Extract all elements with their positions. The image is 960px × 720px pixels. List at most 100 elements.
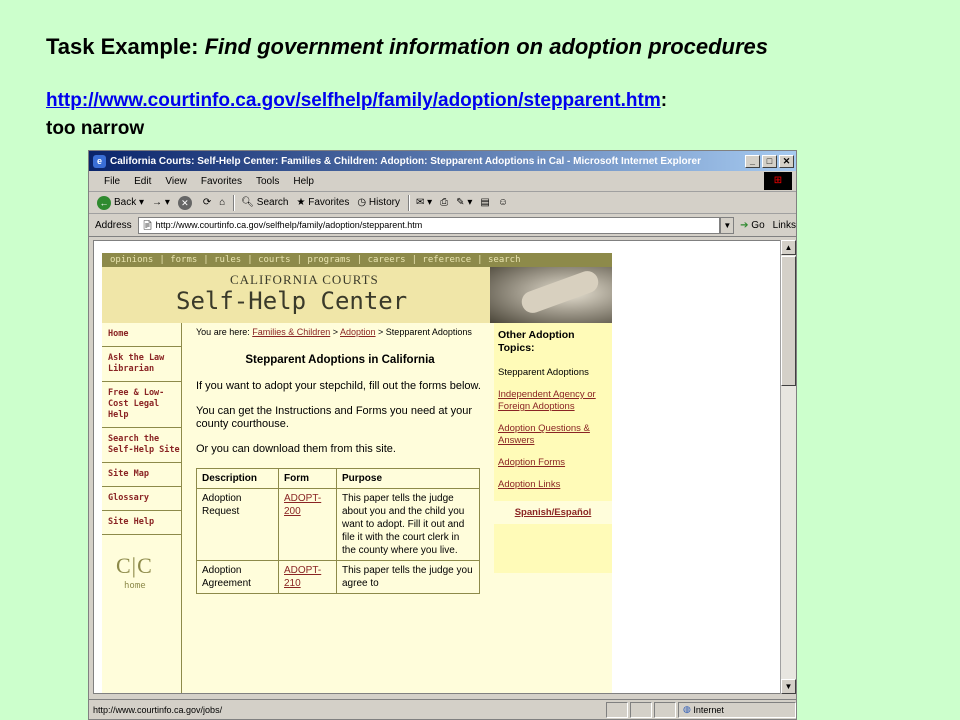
address-bar: Address 📄︎ http://www.courtinfo.ca.gov/s… xyxy=(89,214,796,237)
minimize-button[interactable]: _ xyxy=(745,154,760,168)
edit-icon: ✎ ▾ xyxy=(456,197,473,208)
nav-search[interactable]: | search xyxy=(477,255,520,265)
table-row: Adoption Agreement ADOPT-210 This paper … xyxy=(196,560,480,594)
slide-title-italic: Find government information on adoption … xyxy=(204,34,769,59)
discuss-icon: ▤ xyxy=(480,197,490,208)
slide-link-line: http://www.courtinfo.ca.gov/selfhelp/fam… xyxy=(46,90,667,112)
topic-forms[interactable]: Adoption Forms xyxy=(498,457,565,468)
address-input[interactable]: 📄︎ http://www.courtinfo.ca.gov/selfhelp/… xyxy=(137,216,721,234)
mail-icon: ✉ ▾ xyxy=(415,197,433,208)
stop-button[interactable]: ✕ xyxy=(177,195,195,210)
table-row: Adoption Request ADOPT-200 This paper te… xyxy=(196,488,480,561)
status-text: http://www.courtinfo.ca.gov/jobs/ xyxy=(93,704,223,715)
history-button[interactable]: ◷ History xyxy=(357,197,400,208)
row-purpose: This paper tells the judge about you and… xyxy=(336,488,480,561)
discuss-button[interactable]: ▤ xyxy=(480,197,489,208)
menu-file[interactable]: File xyxy=(97,176,127,187)
status-bar: http://www.courtinfo.ca.gov/jobs/ ◍ Inte… xyxy=(89,699,796,719)
zone-label: Internet xyxy=(693,704,724,715)
row-description: Adoption Request xyxy=(196,488,279,561)
breadcrumb-adoption[interactable]: Adoption xyxy=(340,327,376,337)
courthouse-paragraph: You can get the Instructions and Forms y… xyxy=(196,405,472,430)
leftnav-free-legal-help[interactable]: Free & Low-Cost Legal Help xyxy=(102,382,181,428)
slide-link-suffix: : xyxy=(660,90,668,111)
nav-opinions[interactable]: opinions xyxy=(110,255,153,265)
nav-programs[interactable]: | programs xyxy=(297,255,351,265)
form-link-adopt-200[interactable]: ADOPT-200 xyxy=(284,493,321,517)
forward-button[interactable]: → ▾ xyxy=(152,197,170,208)
topic-independent[interactable]: Independent Agency or Foreign Adoptions xyxy=(498,389,596,412)
forward-arrow-icon: → ▾ xyxy=(152,197,170,208)
col-purpose: Purpose xyxy=(336,468,480,489)
topic-links[interactable]: Adoption Links xyxy=(498,479,560,490)
leftnav-site-map[interactable]: Site Map xyxy=(102,463,181,487)
topic-current: Stepparent Adoptions xyxy=(498,367,589,378)
form-link-adopt-210[interactable]: ADOPT-210 xyxy=(284,565,321,589)
home-button[interactable]: ⌂ xyxy=(219,197,225,208)
history-icon: ◷ xyxy=(357,197,367,208)
home-icon: ⌂ xyxy=(219,197,226,208)
back-label: Back xyxy=(114,197,137,208)
slide-title: Task Example: Find government informatio… xyxy=(46,34,768,60)
search-icon: 🔍︎ xyxy=(241,197,254,208)
leftnav-search-site[interactable]: Search the Self-Help Site xyxy=(102,428,181,463)
cc-home-caption[interactable]: home xyxy=(124,581,181,591)
address-value: http://www.courtinfo.ca.gov/selfhelp/fam… xyxy=(155,220,423,230)
edit-button[interactable]: ✎ ▾ xyxy=(456,197,472,208)
close-button[interactable]: ✕ xyxy=(779,154,794,168)
address-dropdown-button[interactable]: ▼ xyxy=(720,216,735,234)
nav-forms[interactable]: | forms xyxy=(159,255,197,265)
scroll-up-arrow[interactable]: ▲ xyxy=(781,240,796,255)
address-label: Address xyxy=(95,219,132,231)
menu-favorites[interactable]: Favorites xyxy=(194,176,249,187)
leftnav-home[interactable]: Home xyxy=(102,323,181,347)
scroll-down-arrow[interactable]: ▼ xyxy=(781,679,796,694)
topic-questions[interactable]: Adoption Questions & Answers xyxy=(498,423,590,446)
spanish-link[interactable]: Spanish/Español xyxy=(515,507,592,518)
breadcrumb-current: > Stepparent Adoptions xyxy=(375,327,472,337)
history-label: History xyxy=(368,197,400,208)
browser-window: e California Courts: Self-Help Center: F… xyxy=(88,150,797,720)
search-button[interactable]: 🔍︎ Search xyxy=(241,197,288,208)
breadcrumb-families[interactable]: Families & Children xyxy=(252,327,330,337)
go-button[interactable]: ➔ Go xyxy=(740,220,765,231)
go-label: Go xyxy=(751,219,765,231)
toolbar-separator xyxy=(233,194,236,211)
search-label: Search xyxy=(256,197,289,208)
leftnav-site-help[interactable]: Site Help xyxy=(102,511,181,535)
refresh-icon: ⟳ xyxy=(202,197,212,208)
leftnav-glossary[interactable]: Glossary xyxy=(102,487,181,511)
leftnav-ask-librarian[interactable]: Ask the Law Librarian xyxy=(102,347,181,382)
nav-courts[interactable]: | courts xyxy=(247,255,290,265)
messenger-button[interactable]: ☺ xyxy=(498,197,508,208)
mail-button[interactable]: ✉ ▾ xyxy=(416,197,432,208)
menu-edit[interactable]: Edit xyxy=(127,176,158,187)
refresh-button[interactable]: ⟳ xyxy=(203,197,211,208)
window-titlebar[interactable]: e California Courts: Self-Help Center: F… xyxy=(89,151,796,171)
site-left-nav: Home Ask the Law Librarian Free & Low-Co… xyxy=(102,323,182,693)
col-description: Description xyxy=(196,468,279,489)
cc-home-logo[interactable]: C|C xyxy=(116,553,181,579)
nav-reference[interactable]: | reference xyxy=(412,255,472,265)
back-button[interactable]: ← Back ▾ xyxy=(97,195,144,210)
links-button[interactable]: Links xyxy=(773,220,796,231)
print-button[interactable]: ⎙ xyxy=(440,197,448,208)
nav-careers[interactable]: | careers xyxy=(357,255,406,265)
stop-icon: ✕ xyxy=(177,195,192,210)
slide-url-link[interactable]: http://www.courtinfo.ca.gov/selfhelp/fam… xyxy=(46,90,661,111)
menu-view[interactable]: View xyxy=(158,176,194,187)
banner-california-courts: CALIFORNIA COURTS xyxy=(230,272,379,287)
nav-rules[interactable]: | rules xyxy=(203,255,241,265)
window-title: California Courts: Self-Help Center: Fam… xyxy=(110,155,701,167)
vertical-scrollbar[interactable]: ▲ ▼ xyxy=(780,240,796,694)
table-header-row: Description Form Purpose xyxy=(196,468,480,489)
menu-tools[interactable]: Tools xyxy=(249,176,286,187)
favorites-button[interactable]: ★ Favorites xyxy=(296,197,349,208)
maximize-button[interactable]: □ xyxy=(762,154,777,168)
row-purpose: This paper tells the judge you agree to xyxy=(336,560,480,594)
status-pane xyxy=(630,701,652,718)
favorites-icon: ★ xyxy=(296,197,306,208)
scroll-thumb[interactable] xyxy=(781,256,796,386)
menu-help[interactable]: Help xyxy=(286,176,321,187)
page-title: Stepparent Adoptions in California xyxy=(245,354,435,366)
